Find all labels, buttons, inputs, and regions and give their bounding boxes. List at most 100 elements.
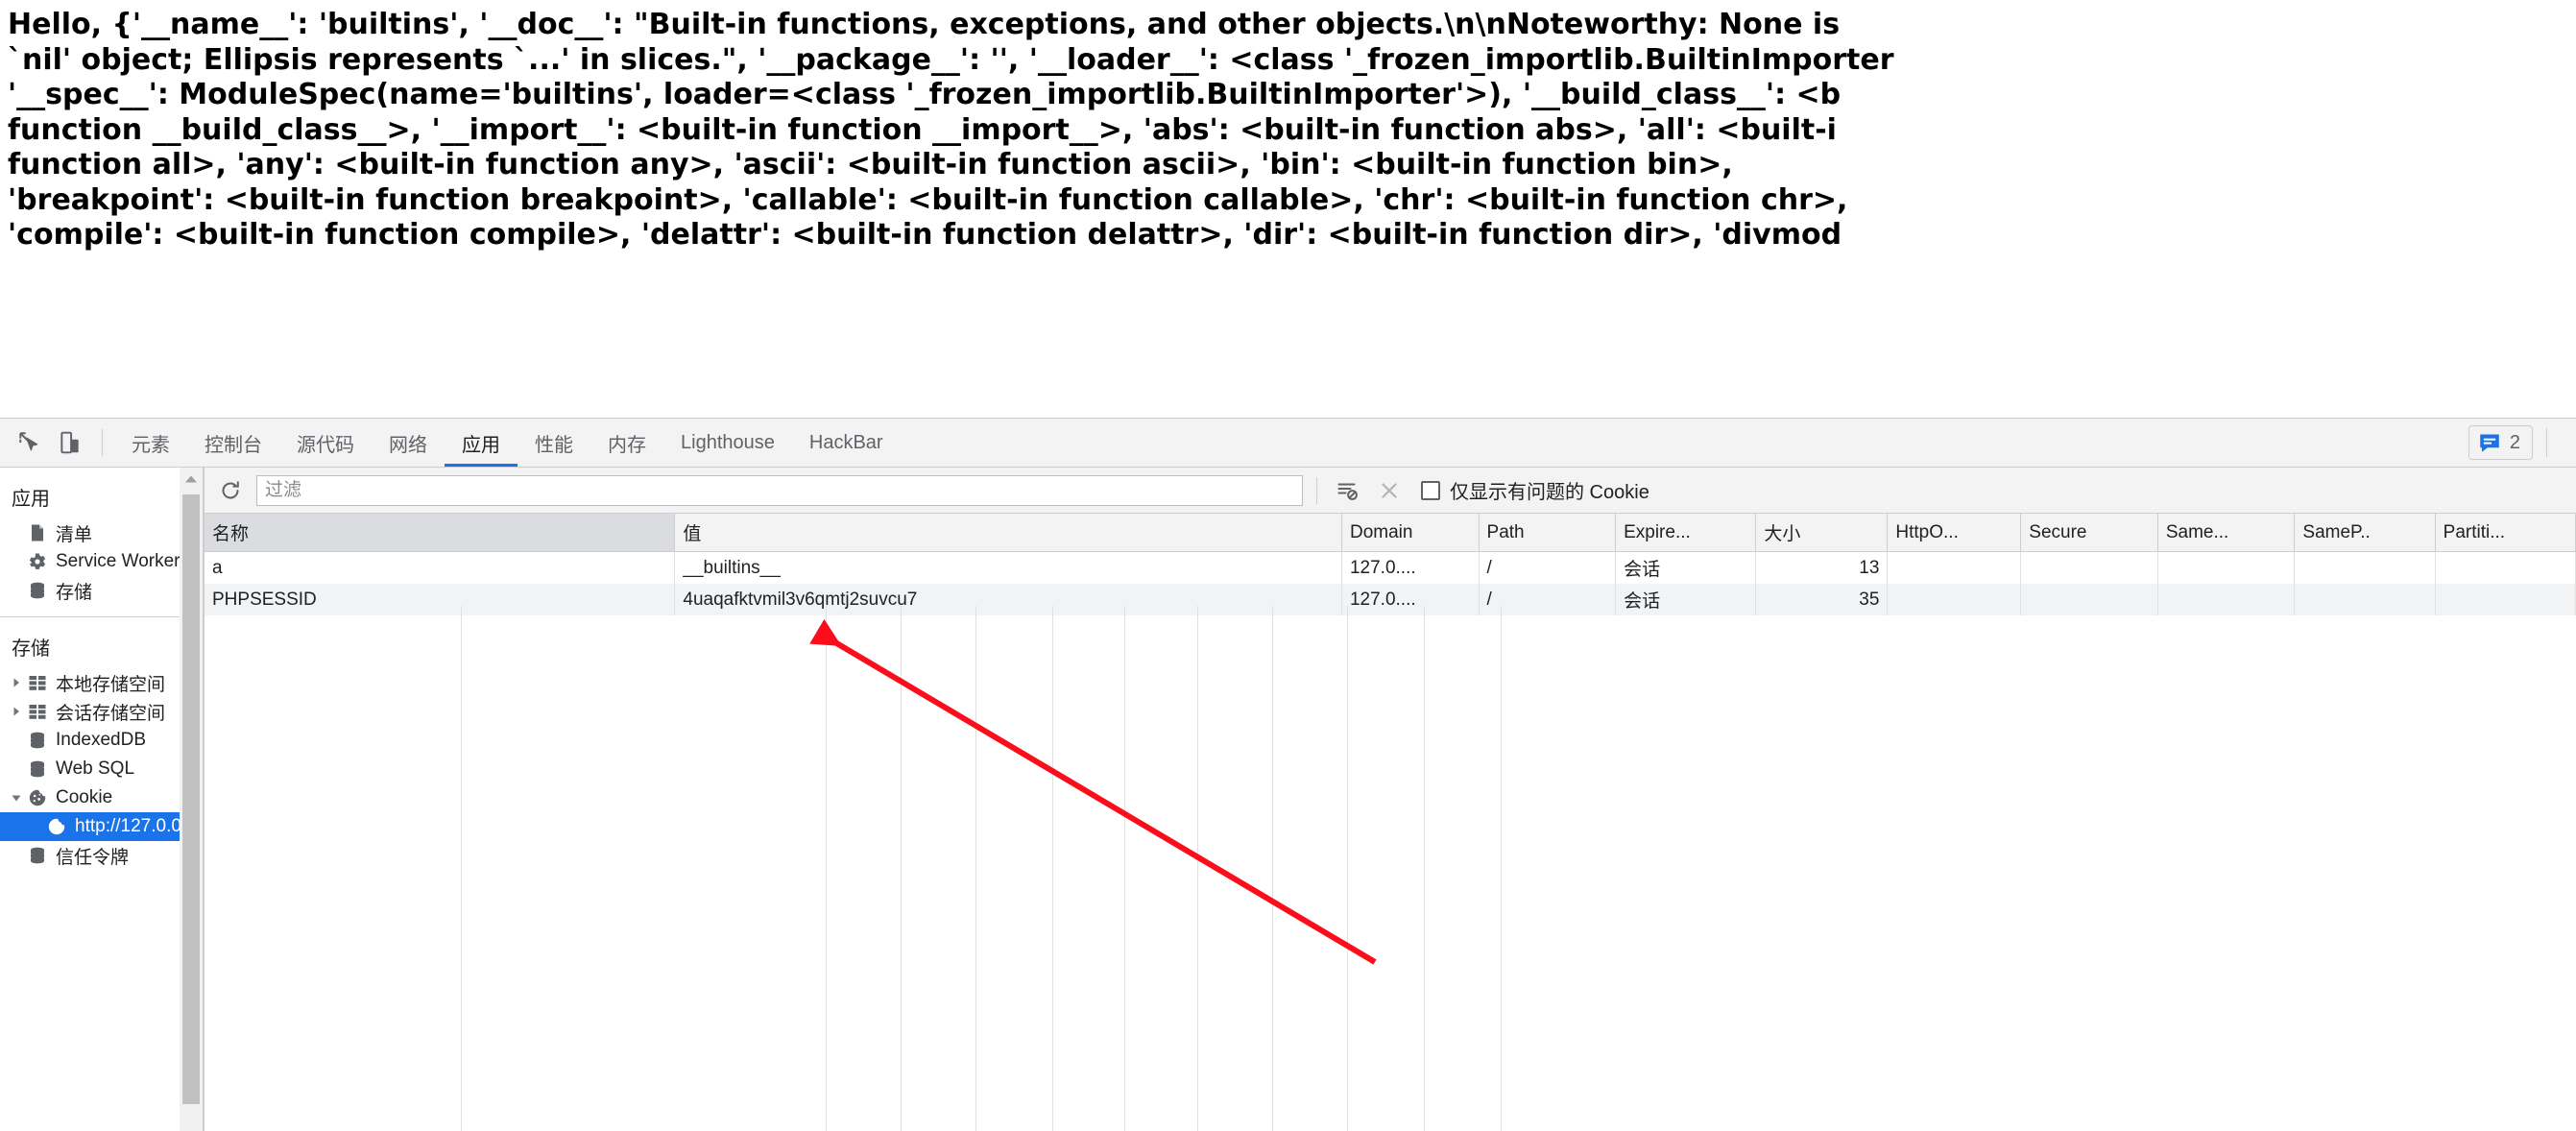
column-header-5[interactable]: 大小 <box>1755 514 1889 552</box>
tab-label: 控制台 <box>205 434 262 456</box>
column-header-3[interactable]: Path <box>1479 514 1617 552</box>
column-header-2[interactable]: Domain <box>1341 514 1480 552</box>
tab-2[interactable]: 源代码 <box>279 419 372 467</box>
device-toolbar-icon[interactable] <box>50 422 90 463</box>
sidebar-item-1-4[interactable]: Cookie <box>0 783 203 812</box>
chevron-right-icon[interactable] <box>8 706 25 717</box>
gear-icon <box>27 552 48 571</box>
clear-all-cookies-icon[interactable] <box>1331 474 1363 507</box>
toolbar-divider-2 <box>2546 428 2547 457</box>
column-header-0[interactable]: 名称 <box>205 514 676 552</box>
cell-4[interactable]: 会话 <box>1615 551 1757 584</box>
column-header-8[interactable]: Same... <box>2157 514 2296 552</box>
column-header-9[interactable]: SameP.. <box>2294 514 2436 552</box>
sidebar-item-0-2[interactable]: 存储 <box>0 576 203 605</box>
column-header-label: 值 <box>683 524 702 544</box>
cell-1[interactable]: __builtins__ <box>674 551 1342 584</box>
cell-5[interactable]: 13 <box>1755 551 1889 584</box>
column-header-label: Domain <box>1349 521 1413 542</box>
grid-column-3 <box>902 606 976 1131</box>
sidebar-item-0-0[interactable]: 清单 <box>0 518 203 547</box>
manifest-icon <box>27 523 48 542</box>
devtools-tab-list: 元素 控制台 源代码 网络 应用 性能 内存 Lighthouse HackBar <box>114 419 901 467</box>
table-row[interactable]: PHPSESSID 4uaqafktvmil3v6qmtj2suvcu7 127.0… <box>205 584 2576 615</box>
tab-7[interactable]: Lighthouse <box>663 419 792 467</box>
checkbox-box[interactable] <box>1421 480 1440 500</box>
sidebar-item-1-1[interactable]: 会话存储空间 <box>0 697 203 726</box>
cell-0[interactable]: a <box>205 551 676 584</box>
inspect-element-icon[interactable] <box>10 422 50 463</box>
cell-5[interactable]: 35 <box>1755 584 1889 615</box>
tab-label: 源代码 <box>297 434 354 456</box>
column-header-label: Secure <box>2029 521 2087 542</box>
column-header-label: HttpO... <box>1895 521 1959 542</box>
sidebar-item-label: 信任令牌 <box>56 847 130 868</box>
cell-6[interactable] <box>1887 584 2022 615</box>
cell-8[interactable] <box>2157 551 2296 584</box>
tab-8[interactable]: HackBar <box>792 419 901 467</box>
chevron-down-icon[interactable] <box>8 792 25 804</box>
chevron-right-icon[interactable] <box>8 677 25 688</box>
issues-button[interactable]: 2 <box>2468 425 2533 460</box>
column-header-label: Partiti... <box>2443 521 2506 542</box>
table-icon <box>27 702 48 721</box>
issues-icon <box>2480 434 2499 452</box>
sidebar-section-title: 应用 <box>12 489 50 510</box>
tab-5[interactable]: 性能 <box>518 419 590 467</box>
sidebar-section-0: 应用 清单 Service Workers 存储 <box>0 468 203 605</box>
sidebar-item-1-0[interactable]: 本地存储空间 <box>0 668 203 697</box>
cell-10[interactable] <box>2435 584 2576 615</box>
cell-3[interactable]: / <box>1479 551 1617 584</box>
cell-8[interactable] <box>2157 584 2296 615</box>
refresh-icon[interactable] <box>214 474 247 507</box>
tab-4[interactable]: 应用 <box>445 419 518 467</box>
grid-column-7 <box>1198 606 1273 1131</box>
cell-4[interactable]: 会话 <box>1615 584 1757 615</box>
column-header-4[interactable]: Expire... <box>1615 514 1757 552</box>
tab-3[interactable]: 网络 <box>372 419 445 467</box>
filterbar-divider <box>1316 476 1317 504</box>
page-text-line: function __build_class__>, '__import__':… <box>8 112 1837 147</box>
tab-6[interactable]: 内存 <box>590 419 663 467</box>
column-header-6[interactable]: HttpO... <box>1887 514 2022 552</box>
sidebar-item-1-2[interactable]: IndexedDB <box>0 726 203 755</box>
grid-column-1 <box>462 606 827 1131</box>
sidebar-tree: 应用 清单 Service Workers 存储 存储 本地存储空间 会话存储空间 Index… <box>0 468 203 870</box>
table-icon <box>27 673 48 692</box>
cell-10[interactable] <box>2435 551 2576 584</box>
tab-1[interactable]: 控制台 <box>187 419 279 467</box>
cookies-table-wrapper: 名称 值 Domain Path Expire... 大小 HttpO... Secure Sa… <box>205 514 2576 1131</box>
column-header-1[interactable]: 值 <box>674 514 1342 552</box>
cell-6[interactable] <box>1887 551 2022 584</box>
tab-0[interactable]: 元素 <box>114 419 187 467</box>
cell-1[interactable]: 4uaqafktvmil3v6qmtj2suvcu7 <box>674 584 1342 615</box>
scroll-up-arrow[interactable] <box>180 468 203 491</box>
column-header-label: Expire... <box>1624 521 1691 542</box>
column-header-10[interactable]: Partiti... <box>2435 514 2576 552</box>
column-header-7[interactable]: Secure <box>2020 514 2158 552</box>
scrollbar-thumb[interactable] <box>182 494 200 1104</box>
page-text-line: `nil' object; Ellipsis represents `...' … <box>8 42 1894 77</box>
delete-cookie-icon[interactable] <box>1373 474 1406 507</box>
cell-2[interactable]: 127.0.... <box>1341 551 1480 584</box>
sidebar-item-1-6[interactable]: 信任令牌 <box>0 841 203 870</box>
table-row[interactable]: a __builtins__ 127.0.... / 会话 13 <box>205 551 2576 584</box>
sidebar-scrollbar[interactable] <box>180 468 203 1131</box>
tab-label: 网络 <box>389 434 427 456</box>
sidebar-section-title: 存储 <box>12 638 50 660</box>
sidebar-item-label: 清单 <box>56 524 93 545</box>
database-icon <box>27 759 48 779</box>
only-issues-checkbox[interactable]: 仅显示有问题的 Cookie <box>1421 476 1649 504</box>
sidebar-item-1-3[interactable]: Web SQL <box>0 755 203 783</box>
filter-input[interactable] <box>256 474 1303 506</box>
cell-7[interactable] <box>2020 584 2158 615</box>
cell-9[interactable] <box>2294 584 2436 615</box>
cell-2[interactable]: 127.0.... <box>1341 584 1480 615</box>
cell-0[interactable]: PHPSESSID <box>205 584 676 615</box>
cell-3[interactable]: / <box>1479 584 1617 615</box>
tab-label: 元素 <box>132 434 170 456</box>
sidebar-item-1-5[interactable]: http://127.0.0.1:5( <box>0 812 203 841</box>
cell-9[interactable] <box>2294 551 2436 584</box>
sidebar-item-0-1[interactable]: Service Workers <box>0 547 203 576</box>
cell-7[interactable] <box>2020 551 2158 584</box>
